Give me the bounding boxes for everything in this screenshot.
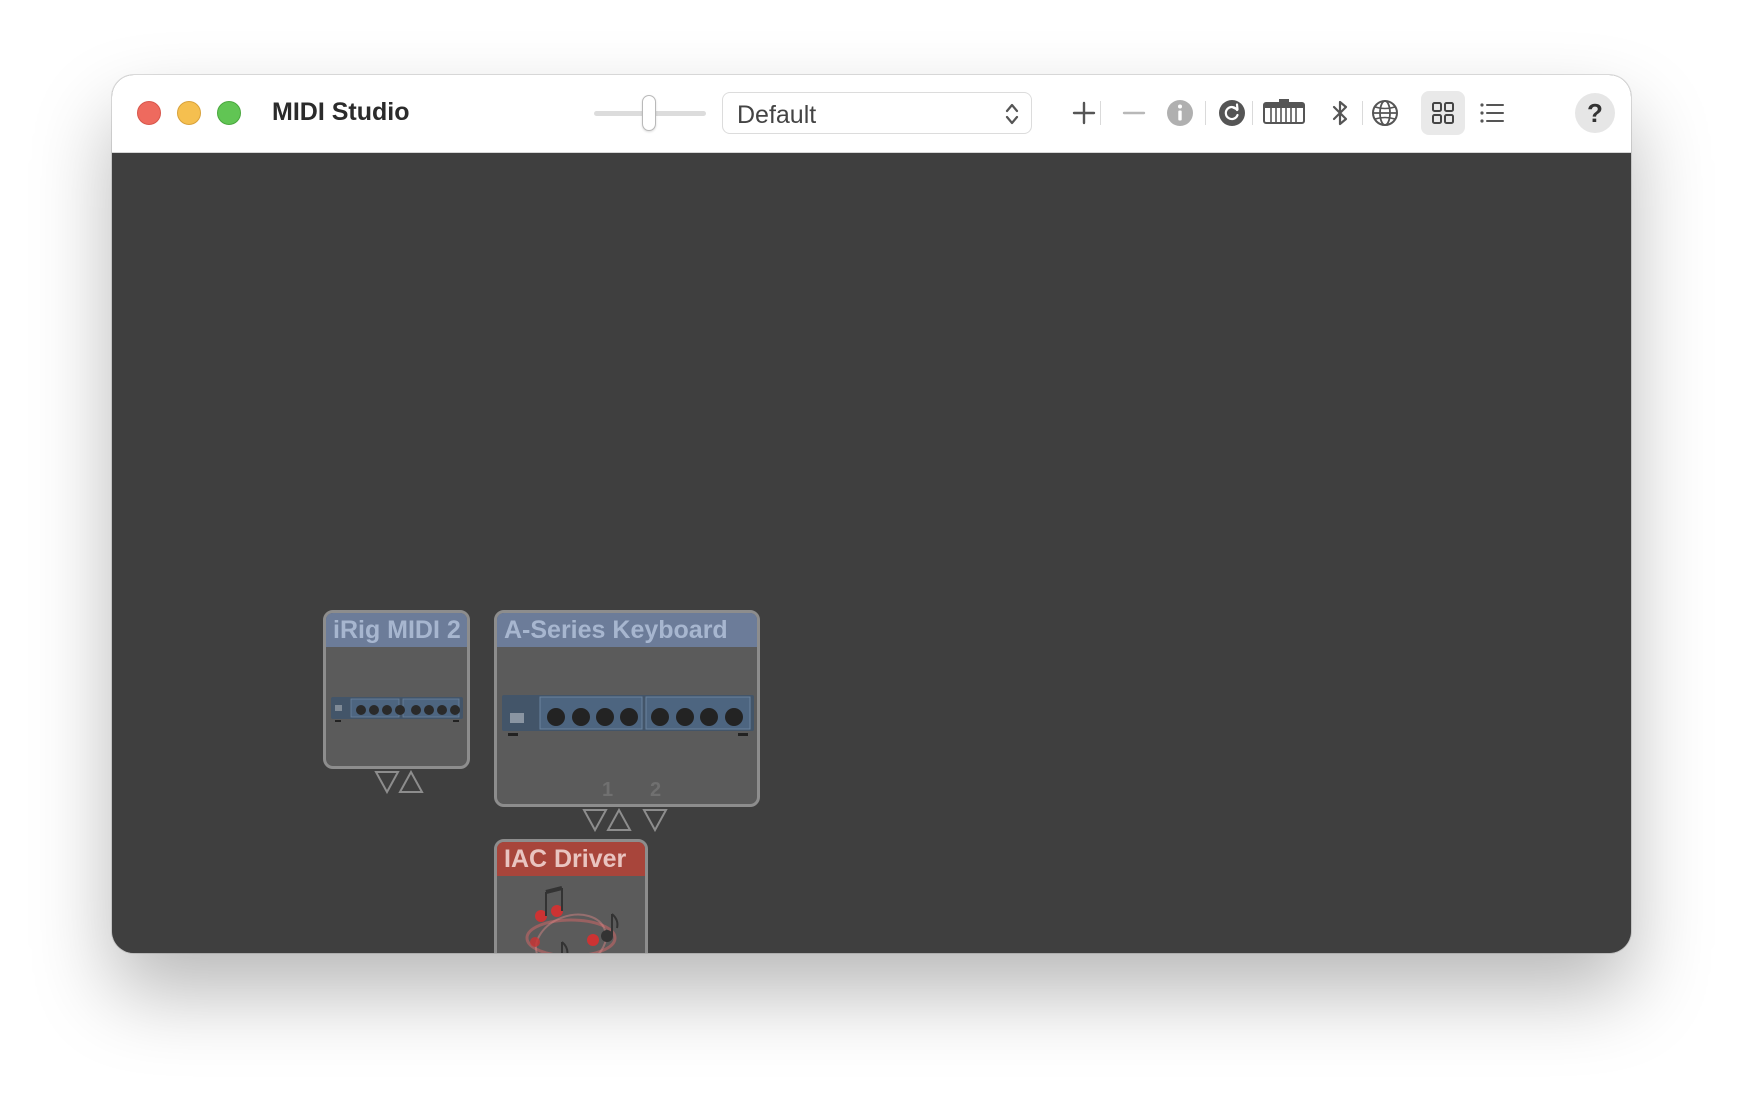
- port-number-label: 2: [650, 779, 662, 801]
- keyboard-icon: [1263, 99, 1305, 124]
- device-name: IAC Driver: [497, 842, 645, 876]
- updown-chevron-icon: [1005, 103, 1019, 125]
- toolbar: MIDI Studio Default ?: [112, 75, 1631, 153]
- test-setup-button[interactable]: [1260, 91, 1308, 135]
- midi-out-port-icon[interactable]: [642, 809, 668, 833]
- bluetooth-button[interactable]: [1318, 91, 1362, 135]
- network-button[interactable]: [1363, 91, 1407, 135]
- help-button[interactable]: ?: [1575, 93, 1615, 133]
- irig-ports: [374, 770, 424, 795]
- remove-device-button[interactable]: [1112, 91, 1156, 135]
- close-button[interactable]: [137, 101, 161, 125]
- device-iac-driver[interactable]: IAC Driver: [494, 839, 648, 953]
- device-name: A-Series Keyboard: [497, 613, 757, 647]
- configuration-value: Default: [737, 101, 817, 129]
- midi-in-port-icon[interactable]: [398, 770, 424, 793]
- midi-device-canvas[interactable]: iRig MIDI 2 A-Series Keyboard 1 2 IAC Dr…: [112, 153, 1631, 953]
- midi-in-port-icon[interactable]: [606, 808, 632, 831]
- rescan-icon: [1219, 100, 1245, 126]
- midi-out-port-icon[interactable]: [374, 771, 400, 795]
- midi-interface-image: [502, 695, 754, 736]
- grid-view-button[interactable]: [1421, 91, 1465, 135]
- grid-view-icon: [1432, 102, 1454, 124]
- minimize-button[interactable]: [177, 101, 201, 125]
- list-view-button[interactable]: [1470, 91, 1514, 135]
- globe-icon: [1372, 100, 1398, 126]
- info-icon: [1167, 100, 1193, 126]
- music-notes-icon: [525, 886, 619, 953]
- midi-interface-image: [331, 697, 463, 722]
- device-name: iRig MIDI 2: [326, 613, 467, 647]
- configuration-select[interactable]: Default: [722, 92, 1032, 134]
- a-series-ports: [582, 808, 668, 833]
- show-info-button[interactable]: [1158, 91, 1202, 135]
- midi-studio-window: MIDI Studio Default ? iRig MIDI 2 A-Seri…: [112, 75, 1631, 953]
- midi-out-port-icon[interactable]: [582, 809, 608, 833]
- port-number-label: 1: [602, 779, 614, 801]
- device-irig-midi-2[interactable]: iRig MIDI 2: [323, 610, 470, 769]
- zoom-slider-thumb[interactable]: [642, 95, 656, 131]
- device-a-series-keyboard[interactable]: A-Series Keyboard 1 2: [494, 610, 760, 807]
- list-view-icon: [1480, 103, 1504, 123]
- bluetooth-icon: [1332, 100, 1348, 126]
- minus-icon: [1122, 111, 1146, 115]
- rescan-button[interactable]: [1210, 91, 1254, 135]
- maximize-button[interactable]: [217, 101, 241, 125]
- window-title: MIDI Studio: [272, 98, 410, 126]
